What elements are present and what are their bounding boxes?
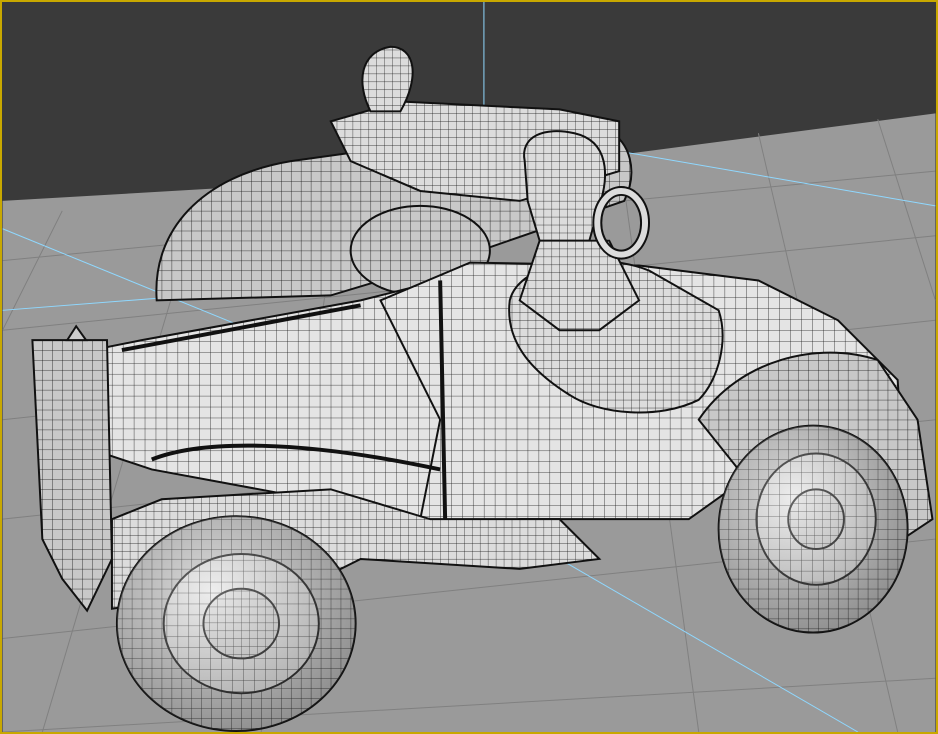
rear-right-wheel: [717, 424, 909, 634]
viewport-scene[interactable]: [2, 2, 936, 732]
rear-passenger: [361, 45, 414, 113]
viewport-perspective[interactable]: [0, 0, 938, 734]
front-left-wheel: [115, 515, 357, 732]
